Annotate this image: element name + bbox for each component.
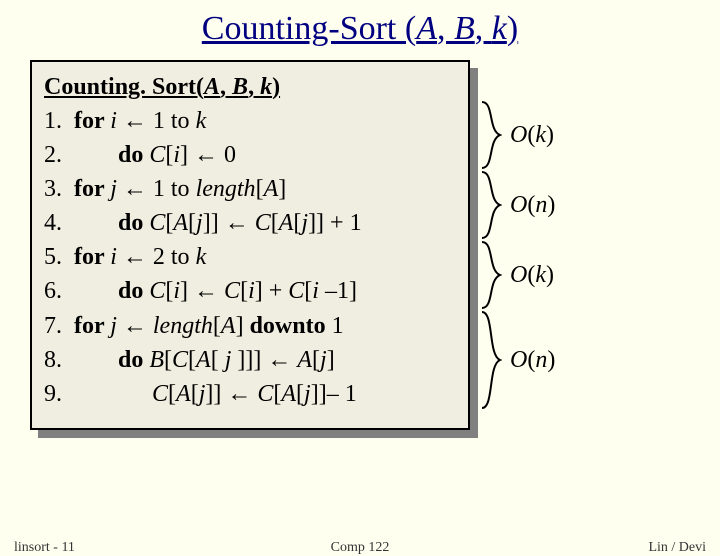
code-line-5: 5. for i ← 2 to k [44,240,456,274]
code-line-6: 6.do C[i] ← C[i] + C[i –1] [44,274,456,308]
bigO-n-2: O(n) [510,347,555,374]
slide-title: Counting-Sort (A, B, k) [0,10,720,48]
brace-icon [480,100,502,170]
brace-icon [480,170,502,240]
code-line-4: 4.do C[A[j]] ← C[A[j]] + 1 [44,206,456,240]
code-line-1: 1. for i ← 1 to k [44,104,456,138]
code-line-9: 9.C[A[j]] ← C[A[j]]– 1 [44,377,456,411]
bigO-n-1: O(n) [510,192,555,219]
code-line-7: 7. for j ← length[A] downto 1 [44,309,456,343]
complexity-annotations: O(k) O(n) O(k) O(n) [470,60,690,430]
bigO-k-2: O(k) [510,262,554,289]
code-line-3: 3. for j ← 1 to length[A] [44,172,456,206]
code-header: Counting. Sort(A, B, k) [44,70,456,104]
code-line-8: 8.do B[C[A[ j ]]] ← A[j] [44,343,456,377]
footer-right: Lin / Devi [648,540,706,556]
code-box: Counting. Sort(A, B, k) 1. for i ← 1 to … [30,60,470,430]
footer-center: Comp 122 [331,540,390,556]
brace-icon [480,240,502,310]
code-line-2: 2.do C[i] ← 0 [44,138,456,172]
bigO-k-1: O(k) [510,122,554,149]
brace-icon [480,310,502,410]
footer-left: linsort - 11 [14,540,75,556]
